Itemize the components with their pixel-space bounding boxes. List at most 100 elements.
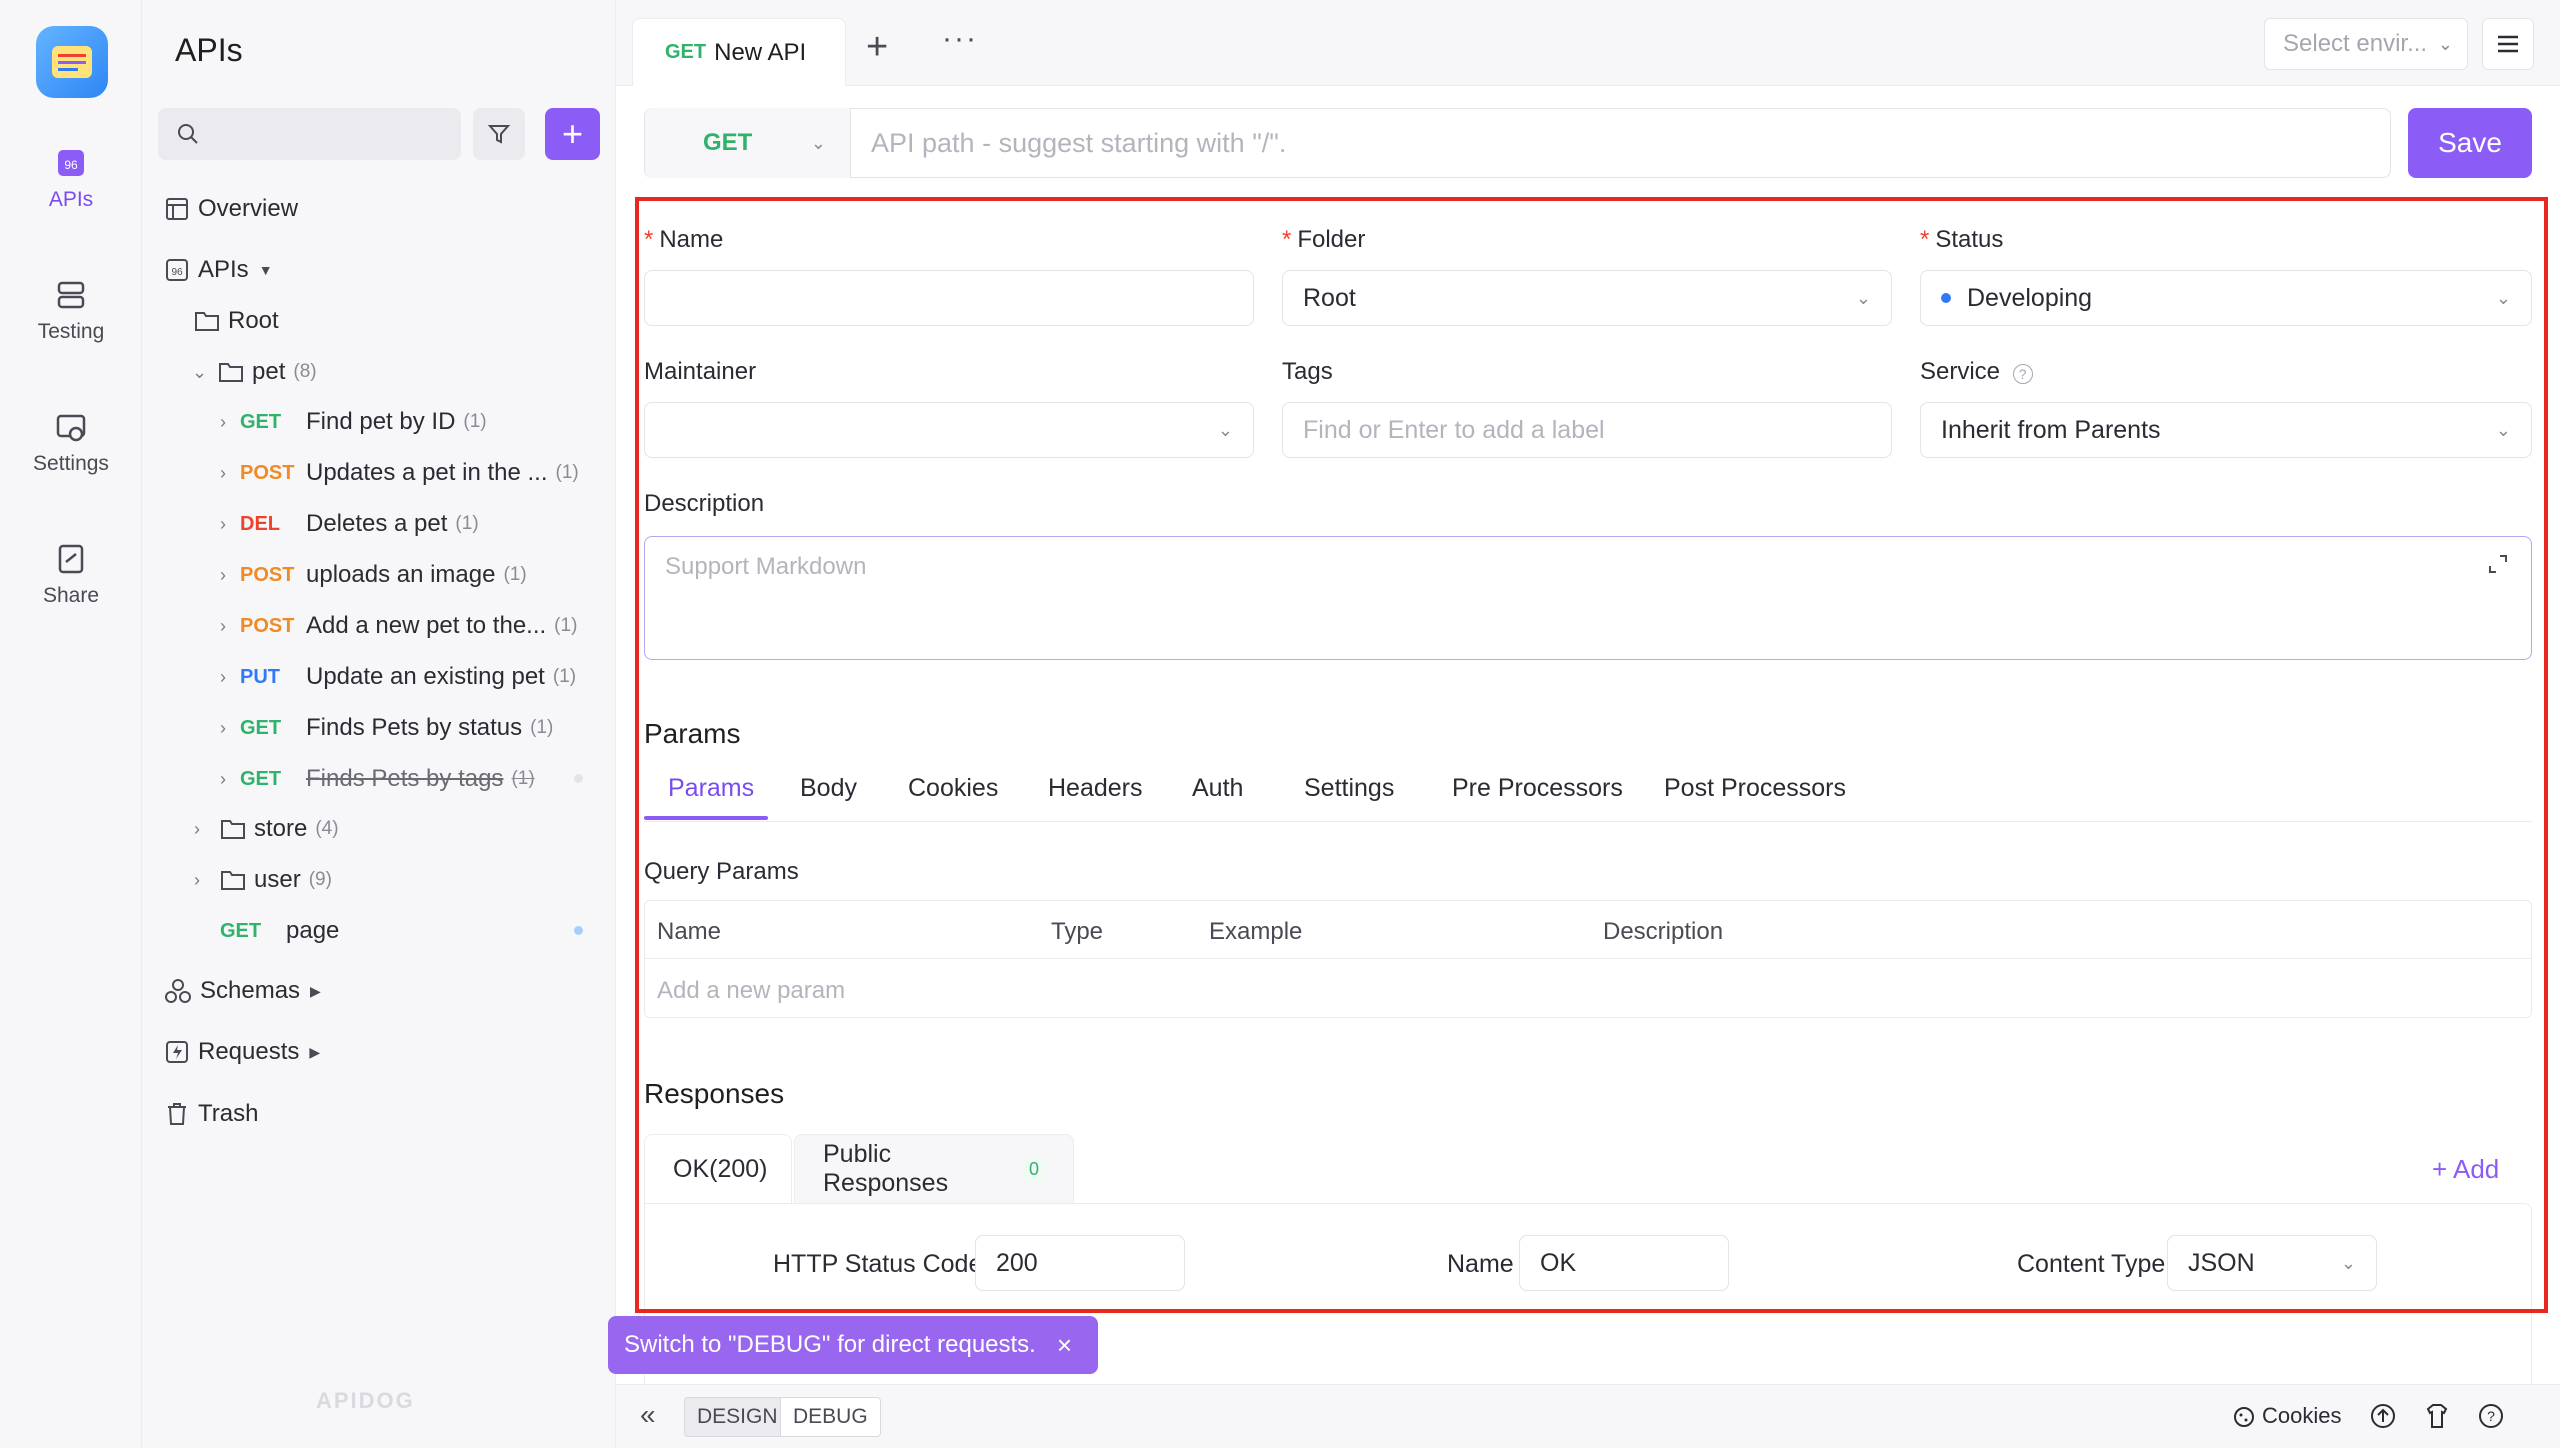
sidebar-search-input[interactable] bbox=[158, 108, 461, 160]
tab-post-processors[interactable]: Post Processors bbox=[1664, 774, 1846, 803]
chevron-right-icon: › bbox=[194, 818, 200, 839]
add-param-input[interactable]: Add a new param bbox=[657, 977, 845, 1005]
folder-icon bbox=[221, 871, 245, 890]
description-textarea[interactable]: Support Markdown bbox=[644, 536, 2532, 660]
new-tab-plus-icon[interactable]: + bbox=[866, 26, 888, 69]
tree-folder-pet[interactable]: ⌄ pet (8) bbox=[192, 351, 317, 393]
requests-label: Requests bbox=[198, 1038, 300, 1065]
chevron-right-icon: › bbox=[220, 615, 226, 636]
requests-icon bbox=[166, 1041, 188, 1063]
tab-settings[interactable]: Settings bbox=[1304, 774, 1394, 803]
folder-open-icon bbox=[219, 363, 243, 382]
tree-root[interactable]: Root bbox=[194, 300, 279, 342]
trash-label: Trash bbox=[198, 1100, 259, 1127]
add-api-button[interactable]: + bbox=[545, 108, 600, 160]
method-badge: POST bbox=[240, 614, 295, 637]
chevron-right-icon: › bbox=[194, 869, 200, 890]
method-badge: PUT bbox=[240, 665, 280, 688]
expand-icon[interactable] bbox=[2487, 553, 2509, 575]
rail-settings[interactable]: Settings bbox=[0, 410, 142, 476]
endpoint-row[interactable]: › GET Finds Pets by status (1) bbox=[220, 707, 553, 749]
tree-apis[interactable]: 96 APIs ▼ bbox=[164, 249, 273, 291]
environment-select[interactable]: Select envir... ⌄ bbox=[2264, 18, 2468, 70]
chevron-right-icon: › bbox=[220, 564, 226, 585]
debug-mode-button[interactable]: DEBUG bbox=[780, 1397, 881, 1437]
response-tab-public[interactable]: Public Responses 0 bbox=[794, 1134, 1074, 1204]
tree-trash[interactable]: Trash bbox=[164, 1093, 258, 1135]
count-badge: 0 bbox=[1022, 1156, 1045, 1182]
cookies-button[interactable]: Cookies bbox=[2262, 1403, 2341, 1429]
rail-share[interactable]: Share bbox=[0, 542, 142, 608]
chevron-right-icon: › bbox=[220, 717, 226, 738]
close-icon[interactable]: × bbox=[1057, 1330, 1072, 1361]
endpoint-row[interactable]: › DEL Deletes a pet (1) bbox=[220, 503, 479, 545]
save-button[interactable]: Save bbox=[2408, 108, 2532, 178]
app-window: 96 APIs Testing Settings Share APIs + Ov… bbox=[0, 0, 2560, 1448]
endpoint-row[interactable]: › GET Find pet by ID (1) bbox=[220, 401, 487, 443]
response-name-input[interactable]: OK bbox=[1519, 1235, 1729, 1291]
tab-pre-processors[interactable]: Pre Processors bbox=[1452, 774, 1623, 803]
rail-apis[interactable]: 96 APIs bbox=[0, 146, 142, 212]
tree-schemas[interactable]: Schemas ▶ bbox=[164, 970, 321, 1012]
chevron-down-icon: ⌄ bbox=[192, 361, 208, 382]
menu-button[interactable] bbox=[2482, 18, 2534, 70]
column-type: Type bbox=[1051, 918, 1104, 945]
column-name: Name bbox=[657, 918, 722, 945]
method-badge: POST bbox=[240, 461, 295, 484]
chevron-down-icon: ⌄ bbox=[1855, 287, 1871, 308]
design-mode-button[interactable]: DESIGN bbox=[684, 1397, 791, 1437]
tree-root-label: Root bbox=[228, 307, 279, 334]
tags-label: Tags bbox=[1282, 358, 1333, 385]
tab-params[interactable]: Params bbox=[668, 774, 754, 803]
endpoint-row[interactable]: › PUT Update an existing pet (1) bbox=[220, 656, 576, 698]
folder-icon bbox=[221, 820, 245, 839]
endpoint-row[interactable]: › POST uploads an image (1) bbox=[220, 554, 527, 596]
collapse-icon[interactable]: « bbox=[640, 1399, 656, 1431]
response-tab-ok[interactable]: OK(200) bbox=[644, 1134, 792, 1204]
rail-testing[interactable]: Testing bbox=[0, 278, 142, 344]
tree-overview[interactable]: Overview bbox=[164, 188, 298, 230]
folder-select[interactable]: Root ⌄ bbox=[1282, 270, 1892, 326]
status-select[interactable]: Developing ⌄ bbox=[1920, 270, 2532, 326]
tree-folder-user[interactable]: › user (9) bbox=[194, 859, 332, 901]
endpoint-row[interactable]: › POST Updates a pet in the ... (1) bbox=[220, 452, 579, 494]
caret-right-icon: ▶ bbox=[309, 1043, 321, 1060]
tab-auth[interactable]: Auth bbox=[1192, 774, 1243, 803]
maintainer-select[interactable]: ⌄ bbox=[644, 402, 1254, 458]
tree-overview-label: Overview bbox=[198, 195, 299, 222]
tree-requests[interactable]: Requests ▶ bbox=[164, 1031, 320, 1073]
filter-button[interactable] bbox=[473, 108, 525, 160]
method-select[interactable]: GET ⌄ bbox=[645, 108, 851, 178]
content-type-select[interactable]: JSON ⌄ bbox=[2167, 1235, 2377, 1291]
tab-new-api[interactable]: GET New API bbox=[632, 18, 846, 86]
help-circle-icon[interactable]: ? bbox=[2476, 1401, 2506, 1431]
add-response-button[interactable]: + Add bbox=[2432, 1154, 2499, 1185]
store-label: store bbox=[254, 815, 308, 842]
http-status-input[interactable]: 200 bbox=[975, 1235, 1185, 1291]
endpoint-row-deprecated[interactable]: › GET Finds Pets by tags (1) bbox=[220, 758, 535, 800]
filter-icon bbox=[487, 125, 511, 144]
query-params-table: Name Type Example Description Add a new … bbox=[644, 900, 2532, 1018]
name-input[interactable] bbox=[644, 270, 1254, 326]
theme-icon[interactable] bbox=[2422, 1401, 2452, 1431]
more-icon[interactable]: ··· bbox=[942, 22, 978, 56]
caret-down-icon: ▼ bbox=[258, 262, 273, 278]
endpoint-row[interactable]: › POST Add a new pet to the... (1) bbox=[220, 605, 577, 647]
method-badge: GET bbox=[240, 716, 282, 739]
tree-folder-store[interactable]: › store (4) bbox=[194, 808, 339, 850]
api-path-input[interactable]: API path - suggest starting with "/". bbox=[851, 128, 1286, 159]
tab-body[interactable]: Body bbox=[800, 774, 857, 803]
endpoint-page[interactable]: GET page bbox=[220, 910, 339, 952]
tags-input[interactable]: Find or Enter to add a label bbox=[1282, 402, 1892, 458]
params-section-title: Params bbox=[644, 718, 741, 749]
service-select[interactable]: Inherit from Parents ⌄ bbox=[1920, 402, 2532, 458]
tab-bar: GET New API + ··· Select envir... ⌄ bbox=[616, 0, 2560, 86]
tab-headers[interactable]: Headers bbox=[1048, 774, 1143, 803]
upload-icon[interactable] bbox=[2368, 1401, 2398, 1431]
help-icon[interactable]: ? bbox=[2012, 364, 2033, 384]
params-tabs: Params Body Cookies Headers Auth Setting… bbox=[644, 764, 2532, 822]
tab-cookies[interactable]: Cookies bbox=[908, 774, 998, 803]
user-count: (9) bbox=[308, 869, 332, 890]
testing-icon bbox=[57, 281, 85, 309]
endpoint-label: Finds Pets by tags bbox=[306, 765, 504, 792]
